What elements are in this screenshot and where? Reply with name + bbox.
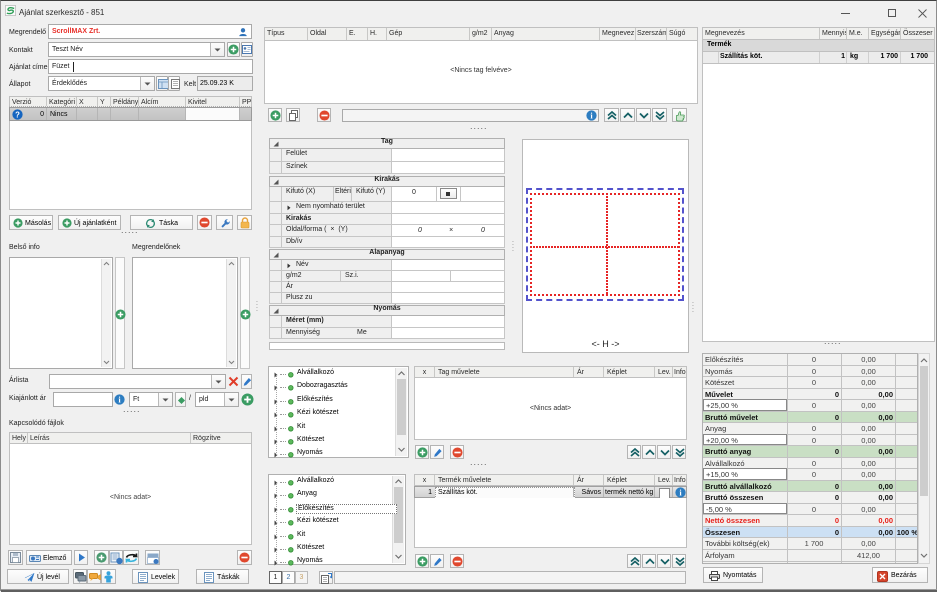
svg-text:?: ? — [15, 110, 20, 119]
